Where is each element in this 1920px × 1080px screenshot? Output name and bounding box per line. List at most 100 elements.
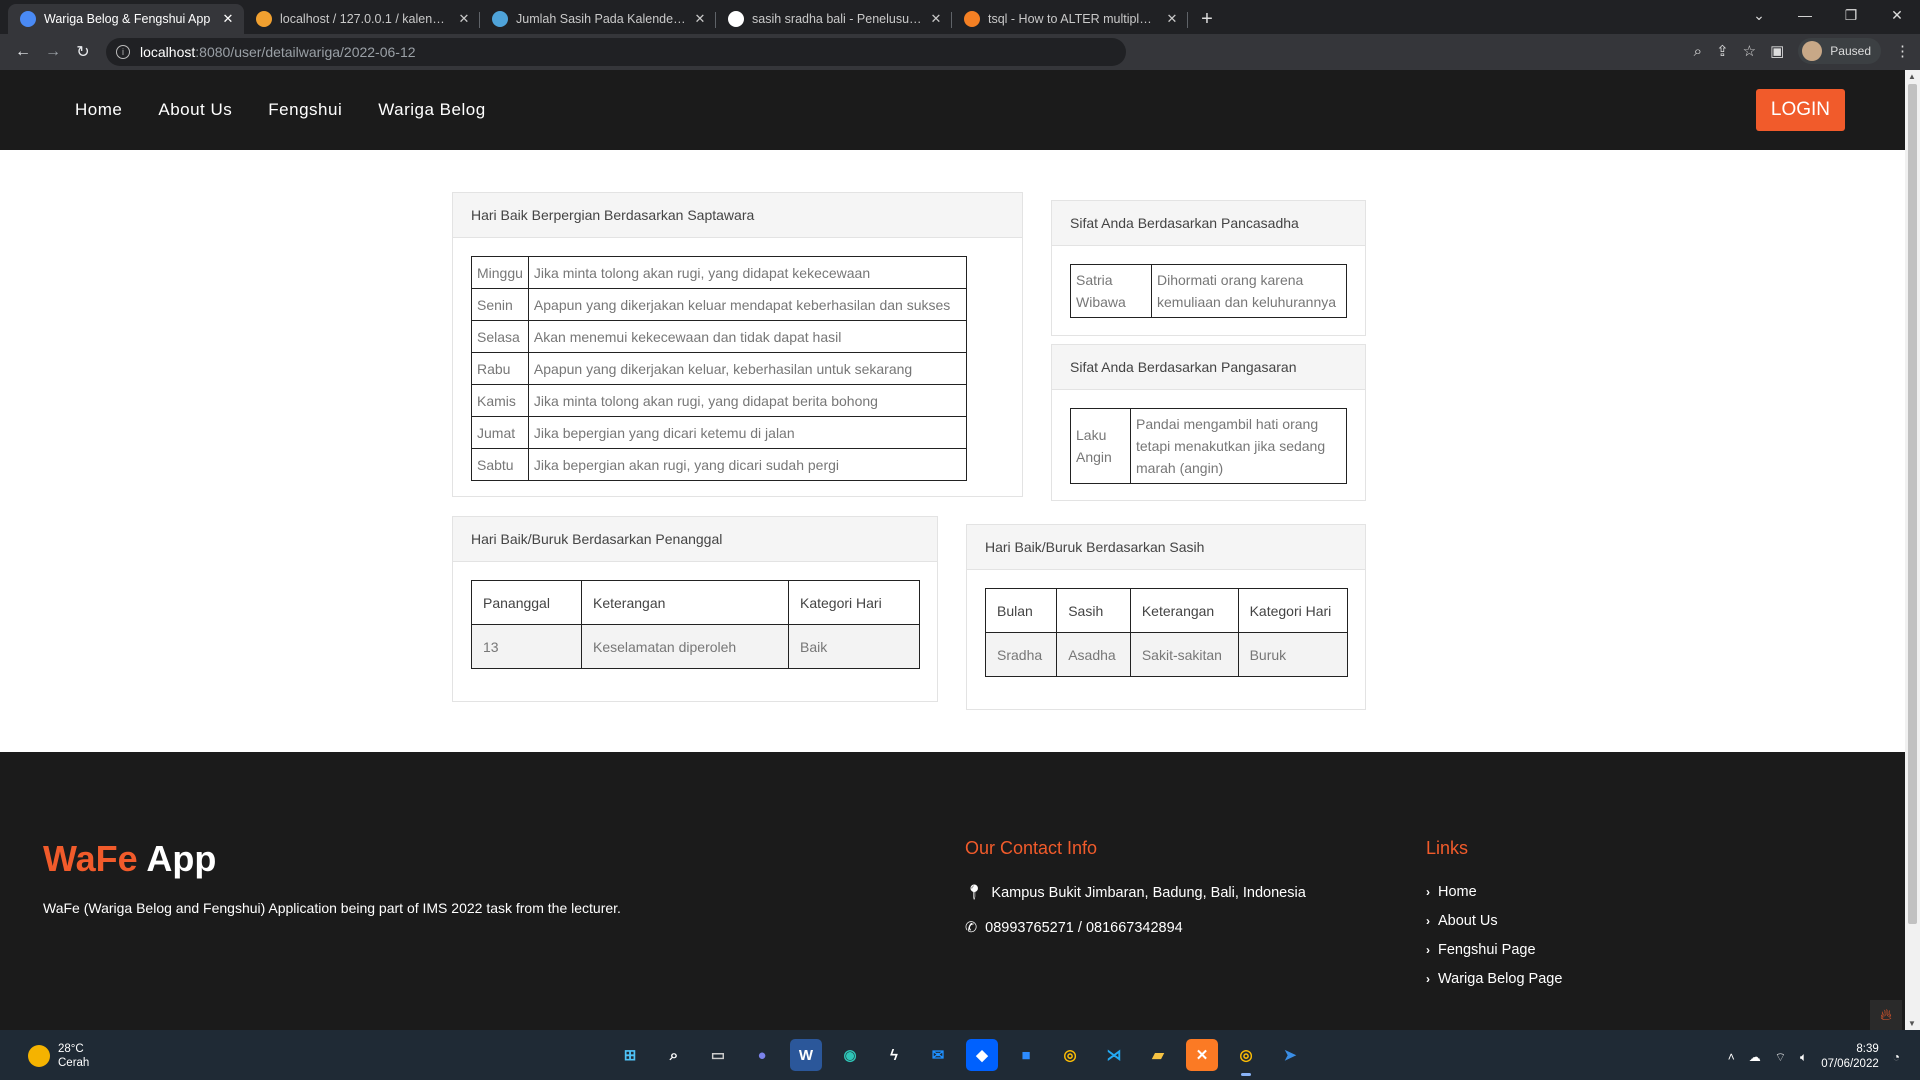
wifi-icon[interactable]: ⌔ xyxy=(1775,1050,1786,1065)
saptawara-desc: Akan menemui kekecewaan dan tidak dapat … xyxy=(527,320,967,353)
address-bar[interactable]: i localhost:8080/user/detailwariga/2022-… xyxy=(106,38,1126,66)
close-tab-icon[interactable]: ✕ xyxy=(1164,11,1180,27)
chrome-icon[interactable]: ◎ xyxy=(1054,1039,1086,1071)
nav-wariga-belog[interactable]: Wariga Belog xyxy=(378,100,485,120)
site-footer: WaFe App WaFe (Wariga Belog and Fengshui… xyxy=(0,752,1905,1030)
nav-about-us[interactable]: About Us xyxy=(158,100,232,120)
chevron-up-icon[interactable]: ˄ xyxy=(1728,1050,1735,1064)
mail-icon[interactable]: ✉ xyxy=(922,1039,954,1071)
google-icon xyxy=(728,11,744,27)
table-row: Jumat Jika bepergian yang dicari ketemu d… xyxy=(471,416,967,449)
xampp-icon[interactable]: ✕ xyxy=(1186,1039,1218,1071)
nav-links: Home About Us Fengshui Wariga Belog xyxy=(75,100,486,120)
zoom-app-icon[interactable]: ■ xyxy=(1010,1039,1042,1071)
browser-tab[interactable]: tsql - How to ALTER multiple colu ✕ xyxy=(952,4,1188,34)
saptawara-desc: Jika bepergian akan rugi, yang dicari su… xyxy=(527,448,967,481)
saptawara-desc: Jika bepergian yang dicari ketemu di jal… xyxy=(527,416,967,449)
browser-tab[interactable]: sasih sradha bali - Penelusuran G ✕ xyxy=(716,4,952,34)
scroll-up-icon[interactable]: ▲ xyxy=(1908,72,1916,81)
close-tab-icon[interactable]: ✕ xyxy=(928,11,944,27)
close-window-button[interactable]: ✕ xyxy=(1874,0,1920,30)
close-tab-icon[interactable]: ✕ xyxy=(456,11,472,27)
contact-phone: ✆ 08993765271 / 081667342894 xyxy=(965,920,1183,936)
saptawara-day: Minggu xyxy=(471,256,529,289)
scroll-down-icon[interactable]: ▼ xyxy=(1908,1019,1916,1028)
saptawara-day: Sabtu xyxy=(471,448,529,481)
fire-icon[interactable]: 🔥︎ xyxy=(1870,1000,1902,1032)
bookmark-star-icon[interactable]: ☆ xyxy=(1743,42,1756,60)
close-tab-icon[interactable]: ✕ xyxy=(692,11,708,27)
arrow-app-icon[interactable]: ➤ xyxy=(1274,1039,1306,1071)
tab-search-icon[interactable]: ⌄ xyxy=(1736,0,1782,30)
close-tab-icon[interactable]: ✕ xyxy=(220,11,236,27)
minimize-button[interactable]: — xyxy=(1782,0,1828,30)
back-button[interactable]: ← xyxy=(8,37,38,67)
saptawara-day: Jumat xyxy=(471,416,529,449)
browser-tab[interactable]: Jumlah Sasih Pada Kalender Bali ✕ xyxy=(480,4,716,34)
zoom-icon[interactable]: ⌕ xyxy=(1694,43,1702,60)
footer-link-fengshui[interactable]: › Fengshui Page xyxy=(1426,942,1536,958)
pangasaran-card: Sifat Anda Berdasarkan Pangasaran Laku A… xyxy=(1051,344,1366,501)
profile-button[interactable]: Paused xyxy=(1798,38,1881,64)
share-icon[interactable]: ⇪ xyxy=(1716,42,1729,60)
site-info-icon[interactable]: i xyxy=(116,45,130,59)
edge-icon[interactable]: ◉ xyxy=(834,1039,866,1071)
saptawara-day: Rabu xyxy=(471,352,529,385)
search-icon[interactable]: ⌕ xyxy=(658,1039,690,1071)
browser-tab[interactable]: localhost / 127.0.0.1 / kalender_t ✕ xyxy=(244,4,480,34)
site-icon xyxy=(492,11,508,27)
dropbox-icon[interactable]: ◆ xyxy=(966,1039,998,1071)
phone-icon: ✆ xyxy=(965,920,978,936)
file-explorer-icon[interactable]: ▰ xyxy=(1142,1039,1174,1071)
address-text: Kampus Bukit Jimbaran, Badung, Bali, Ind… xyxy=(991,884,1306,901)
weather-widget[interactable]: 28°C Cerah xyxy=(28,1042,89,1070)
url-host: localhost xyxy=(140,44,196,60)
saptawara-title: Hari Baik Berpergian Berdasarkan Saptawa… xyxy=(453,193,1022,238)
side-panel-icon[interactable]: ▣ xyxy=(1770,42,1784,60)
page-scrollbar[interactable]: ▲ ▼ xyxy=(1905,70,1920,1030)
col-keterangan: Keterangan xyxy=(1129,588,1239,633)
col-pananggal: Pananggal xyxy=(471,580,582,625)
tab-title: sasih sradha bali - Penelusuran G xyxy=(752,12,922,26)
cell-kategori-hari: Baik xyxy=(788,624,920,669)
vscode-icon[interactable]: ⋊ xyxy=(1098,1039,1130,1071)
start-icon[interactable]: ⊞ xyxy=(614,1039,646,1071)
clock-date: 07/06/2022 xyxy=(1821,1058,1879,1070)
col-sasih: Sasih xyxy=(1056,588,1131,633)
window-controls: ⌄ — ❐ ✕ xyxy=(1736,0,1920,30)
task-view-icon[interactable]: ▭ xyxy=(702,1039,734,1071)
footer-link-label: About Us xyxy=(1438,913,1498,929)
reload-button[interactable]: ↻ xyxy=(68,37,98,67)
onedrive-icon[interactable]: ☁ xyxy=(1749,1050,1761,1064)
footer-link-about[interactable]: › About Us xyxy=(1426,913,1498,929)
footer-link-home[interactable]: › Home xyxy=(1426,884,1477,900)
table-row: Sradha Asadha Sakit-sakitan Buruk xyxy=(984,632,1349,677)
menu-icon[interactable]: ⋮ xyxy=(1895,42,1910,60)
table-row: Laku Angin Pandai mengambil hati orang t… xyxy=(1070,408,1347,484)
word-icon[interactable]: W xyxy=(790,1039,822,1071)
notifications-icon[interactable]: ◔ xyxy=(1893,1050,1900,1064)
clock[interactable]: 8:39 07/06/2022 xyxy=(1821,1042,1879,1072)
nav-fengshui[interactable]: Fengshui xyxy=(268,100,342,120)
terminal-icon[interactable]: ϟ xyxy=(878,1039,910,1071)
restore-button[interactable]: ❐ xyxy=(1828,0,1874,30)
chrome-active-icon[interactable]: ◎ xyxy=(1230,1039,1262,1076)
forward-button[interactable]: → xyxy=(38,37,68,67)
tab-separator xyxy=(1187,12,1188,28)
volume-icon[interactable]: 🔈︎ xyxy=(1800,1050,1807,1065)
teams-icon[interactable]: ● xyxy=(746,1039,778,1071)
browser-tab-strip: Wariga Belog & Fengshui App ✕ localhost / … xyxy=(0,0,1920,34)
phpmyadmin-icon xyxy=(256,11,272,27)
nav-home[interactable]: Home xyxy=(75,100,122,120)
footer-link-wariga[interactable]: › Wariga Belog Page xyxy=(1426,971,1562,987)
col-bulan: Bulan xyxy=(984,588,1058,633)
browser-tab[interactable]: Wariga Belog & Fengshui App ✕ xyxy=(8,4,244,34)
saptawara-desc: Jika minta tolong akan rugi, yang didapa… xyxy=(527,384,967,417)
scrollbar-thumb[interactable] xyxy=(1908,84,1917,924)
contact-heading: Our Contact Info xyxy=(965,838,1098,858)
login-button[interactable]: LOGIN xyxy=(1755,89,1845,131)
sun-icon xyxy=(28,1045,50,1067)
new-tab-button[interactable]: + xyxy=(1192,4,1222,34)
pancasadha-name: Satria Wibawa xyxy=(1070,264,1152,318)
penanggal-table: Pananggal Keterangan Kategori Hari 13 Ke… xyxy=(471,580,920,669)
